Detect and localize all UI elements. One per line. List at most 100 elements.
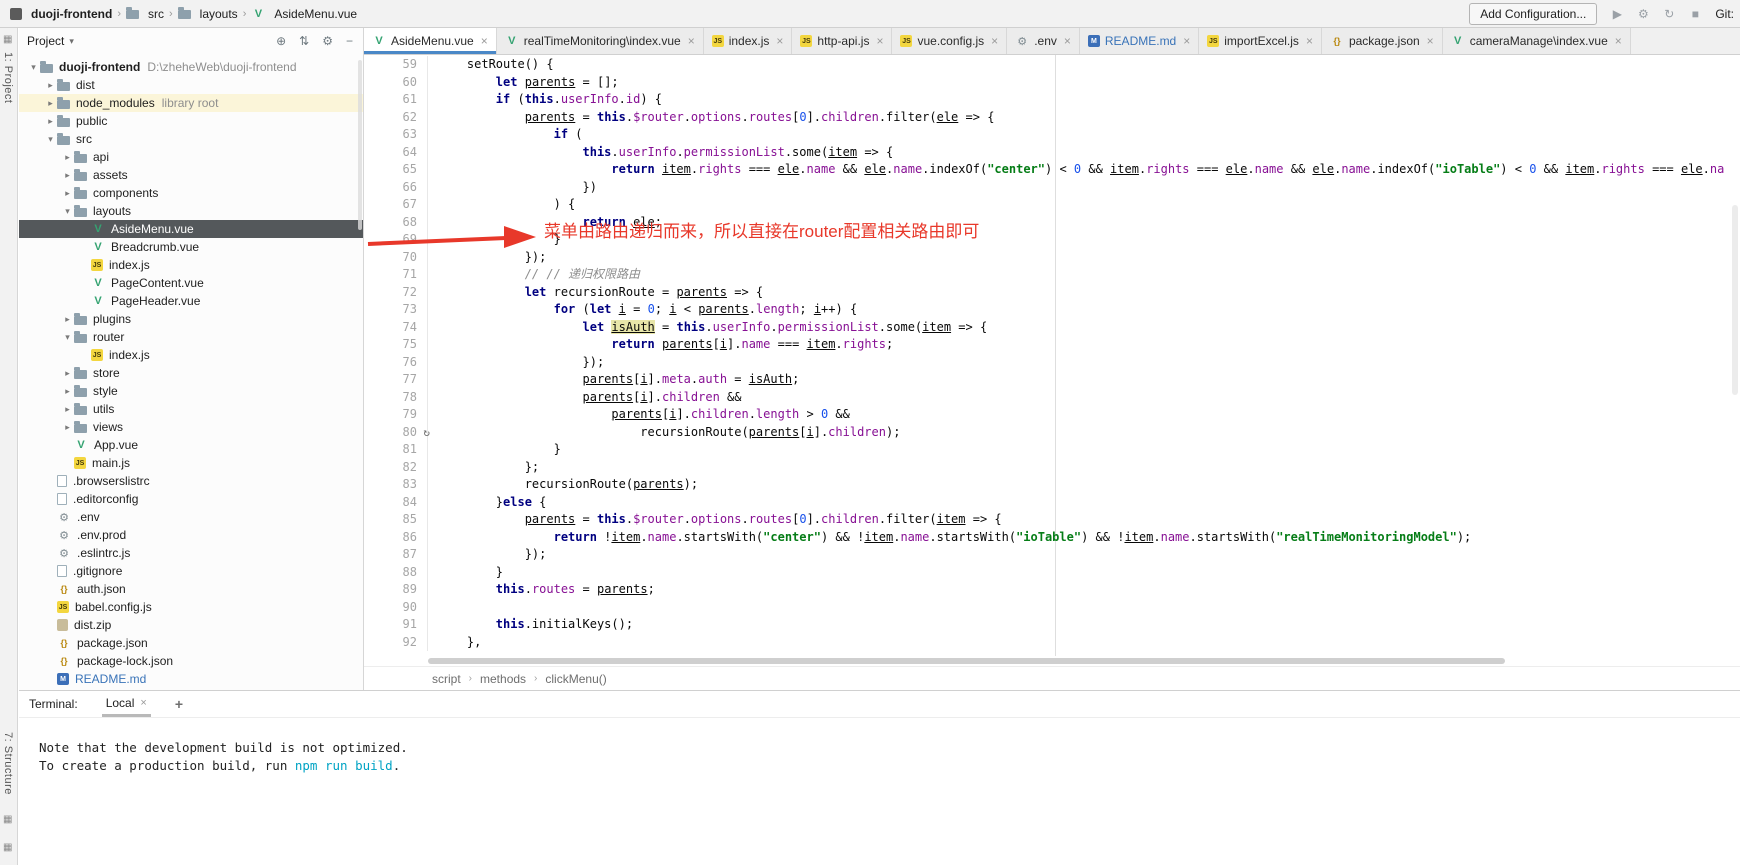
hide-icon[interactable]: − xyxy=(346,34,353,48)
titlebar-crumb-layouts[interactable]: layouts xyxy=(178,7,238,21)
tree-item-public[interactable]: ▸public xyxy=(19,112,363,130)
code-line-80[interactable]: 80↻ recursionRoute(parents[i].children); xyxy=(364,424,1740,442)
code-line-71[interactable]: 71 // // 递归权限路由 xyxy=(364,266,1740,284)
code-line-81[interactable]: 81 } xyxy=(364,441,1740,459)
terminal-tab-local[interactable]: Local × xyxy=(104,694,149,714)
code-line-76[interactable]: 76 }); xyxy=(364,354,1740,372)
chevron-icon[interactable]: ▸ xyxy=(61,314,74,325)
close-icon[interactable]: × xyxy=(1427,34,1434,48)
tree-item-layouts[interactable]: ▾layouts xyxy=(19,202,363,220)
tab-cameramanage-index-vue[interactable]: VcameraManage\index.vue× xyxy=(1443,28,1631,54)
code-editor[interactable]: 59 setRoute() {60 let parents = [];61 if… xyxy=(364,55,1740,656)
tree-item-index-js[interactable]: JSindex.js xyxy=(19,346,363,364)
tree-item-pageheader-vue[interactable]: VPageHeader.vue xyxy=(19,292,363,310)
close-icon[interactable]: × xyxy=(1615,34,1622,48)
tab-index-js[interactable]: JSindex.js× xyxy=(704,28,793,54)
tree-item-dist[interactable]: ▸dist xyxy=(19,76,363,94)
code-line-67[interactable]: 67 ) { xyxy=(364,196,1740,214)
tree-item-views[interactable]: ▸views xyxy=(19,418,363,436)
tree-item-assets[interactable]: ▸assets xyxy=(19,166,363,184)
chevron-icon[interactable]: ▸ xyxy=(61,170,74,181)
tree-item-router[interactable]: ▾router xyxy=(19,328,363,346)
run-icon[interactable]: ▶ xyxy=(1609,7,1625,21)
code-line-86[interactable]: 86 return !item.name.startsWith("center"… xyxy=(364,529,1740,547)
tree-item-babel-config-js[interactable]: JSbabel.config.js xyxy=(19,598,363,616)
project-scrollbar[interactable] xyxy=(358,60,362,230)
chevron-icon[interactable]: ▸ xyxy=(44,98,57,109)
chevron-icon[interactable]: ▸ xyxy=(44,80,57,91)
hscroll-thumb[interactable] xyxy=(428,658,1505,664)
tree-item-node-modules[interactable]: ▸node_moduleslibrary root xyxy=(19,94,363,112)
chevron-icon[interactable]: ▸ xyxy=(44,116,57,127)
git-label[interactable]: Git: xyxy=(1715,7,1734,21)
expand-collapse-icon[interactable]: ⇅ xyxy=(299,34,309,48)
tree-item-gitignore[interactable]: .gitignore xyxy=(19,562,363,580)
tab-env[interactable]: ⚙.env× xyxy=(1007,28,1080,54)
titlebar-crumb-duoji-frontend[interactable]: duoji-frontend xyxy=(10,7,112,21)
close-icon[interactable]: × xyxy=(991,34,998,48)
tab-asidemenu-vue[interactable]: VAsideMenu.vue× xyxy=(364,28,497,54)
tree-item-env-prod[interactable]: ⚙.env.prod xyxy=(19,526,363,544)
vscroll-thumb[interactable] xyxy=(1732,205,1738,395)
chevron-icon[interactable]: ▾ xyxy=(27,62,40,73)
code-line-64[interactable]: 64 this.userInfo.permissionList.some(ite… xyxy=(364,144,1740,162)
code-line-61[interactable]: 61 if (this.userInfo.id) { xyxy=(364,91,1740,109)
chevron-icon[interactable]: ▸ xyxy=(61,404,74,415)
terminal-output[interactable]: Note that the development build is not o… xyxy=(19,718,1740,775)
tab-importexcel-js[interactable]: JSimportExcel.js× xyxy=(1199,28,1322,54)
tree-item-package-lock-json[interactable]: {}package-lock.json xyxy=(19,652,363,670)
stripe-label-project[interactable]: 1: Project xyxy=(2,52,14,103)
tree-item-api[interactable]: ▸api xyxy=(19,148,363,166)
chevron-icon[interactable]: ▸ xyxy=(61,152,74,163)
settings-icon[interactable]: ⚙ xyxy=(1635,7,1651,21)
tree-item-env[interactable]: ⚙.env xyxy=(19,508,363,526)
code-line-73[interactable]: 73 for (let i = 0; i < parents.length; i… xyxy=(364,301,1740,319)
project-view-selector[interactable]: Project ▾ xyxy=(27,34,74,48)
close-icon[interactable]: × xyxy=(688,34,695,48)
tree-item-eslintrc-js[interactable]: ⚙.eslintrc.js xyxy=(19,544,363,562)
chevron-icon[interactable]: ▾ xyxy=(61,332,74,343)
close-icon[interactable]: × xyxy=(481,34,488,48)
tree-item-src[interactable]: ▾src xyxy=(19,130,363,148)
close-icon[interactable]: × xyxy=(1064,34,1071,48)
code-line-78[interactable]: 78 parents[i].children && xyxy=(364,389,1740,407)
code-line-79[interactable]: 79 parents[i].children.length > 0 && xyxy=(364,406,1740,424)
code-line-91[interactable]: 91 this.initialKeys(); xyxy=(364,616,1740,634)
code-line-83[interactable]: 83 recursionRoute(parents); xyxy=(364,476,1740,494)
tree-item-style[interactable]: ▸style xyxy=(19,382,363,400)
tree-item-app-vue[interactable]: VApp.vue xyxy=(19,436,363,454)
stop-icon[interactable]: ■ xyxy=(1687,7,1703,21)
chevron-icon[interactable]: ▸ xyxy=(61,188,74,199)
tree-item-editorconfig[interactable]: .editorconfig xyxy=(19,490,363,508)
tree-item-browserslistrc[interactable]: .browserslistrc xyxy=(19,472,363,490)
terminal-tool-window-icon[interactable]: ▦ xyxy=(3,842,12,853)
tree-item-readme-md[interactable]: MREADME.md xyxy=(19,670,363,688)
editor-vscrollbar[interactable] xyxy=(1730,55,1740,656)
code-line-92[interactable]: 92 }, xyxy=(364,634,1740,652)
stripe-label-structure[interactable]: 7: Structure xyxy=(2,732,14,795)
tab-readme-md[interactable]: MREADME.md× xyxy=(1080,28,1199,54)
tree-item-pagecontent-vue[interactable]: VPageContent.vue xyxy=(19,274,363,292)
code-line-65[interactable]: 65 return item.rights === ele.name && el… xyxy=(364,161,1740,179)
tree-item-index-js[interactable]: JSindex.js xyxy=(19,256,363,274)
editor-crumb-script[interactable]: script xyxy=(432,672,461,686)
code-line-74[interactable]: 74 let isAuth = this.userInfo.permission… xyxy=(364,319,1740,337)
tree-item-plugins[interactable]: ▸plugins xyxy=(19,310,363,328)
code-line-70[interactable]: 70 }); xyxy=(364,249,1740,267)
code-line-66[interactable]: 66 }) xyxy=(364,179,1740,197)
editor-crumb-methods[interactable]: methods xyxy=(480,672,526,686)
settings-icon[interactable]: ⚙ xyxy=(322,34,333,48)
locate-icon[interactable]: ⊕ xyxy=(276,34,286,48)
code-line-88[interactable]: 88 } xyxy=(364,564,1740,582)
chevron-icon[interactable]: ▸ xyxy=(61,386,74,397)
code-line-68[interactable]: 68 return ele; xyxy=(364,214,1740,232)
code-line-63[interactable]: 63 if ( xyxy=(364,126,1740,144)
close-icon[interactable]: × xyxy=(776,34,783,48)
tree-item-asidemenu-vue[interactable]: VAsideMenu.vue xyxy=(19,220,363,238)
new-terminal-button[interactable]: + xyxy=(175,696,183,712)
tab-package-json[interactable]: {}package.json× xyxy=(1322,28,1443,54)
code-line-84[interactable]: 84 }else { xyxy=(364,494,1740,512)
editor-crumb-clickmenu[interactable]: clickMenu() xyxy=(545,672,606,686)
close-icon[interactable]: × xyxy=(1306,34,1313,48)
tree-item-dist-zip[interactable]: dist.zip xyxy=(19,616,363,634)
